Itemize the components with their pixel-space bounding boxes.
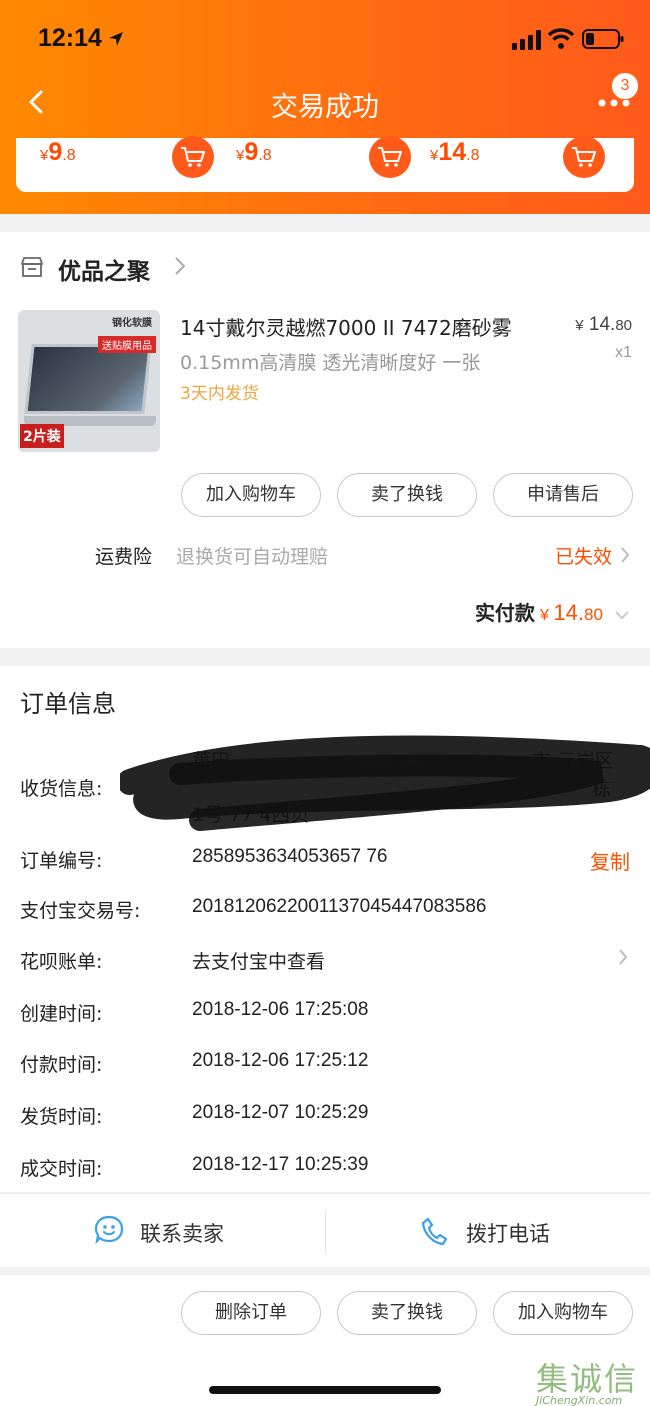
insurance-status: 已失效: [554, 546, 612, 568]
paid-amount: ¥ 14.80: [540, 600, 603, 625]
add-to-cart-button-1[interactable]: [172, 136, 214, 178]
product-quantity: x1: [615, 344, 632, 361]
resell-button[interactable]: 卖了换钱: [337, 1291, 477, 1335]
paid-time-label: 付款时间:: [20, 1054, 103, 1076]
delete-order-button[interactable]: 删除订单: [181, 1291, 321, 1335]
battery-icon: [582, 29, 624, 49]
add-to-cart-button-2[interactable]: [369, 136, 411, 178]
status-time: 12:14: [38, 24, 102, 52]
contact-seller-label: 联系卖家: [140, 1222, 224, 1246]
shipping-insurance-row[interactable]: 运费险 退换货可自动理赔 已失效: [0, 540, 650, 570]
product-spec: 0.15mm高清膜 透光清晰度好 一张: [180, 352, 481, 374]
wifi-icon: [548, 28, 574, 49]
header-background: 12:14 交易成功 3 ¥9.8 ¥9.8 ¥14.8: [0, 0, 650, 214]
product-price: ¥ 14.80: [575, 314, 632, 335]
order-number-label: 订单编号:: [20, 850, 103, 872]
order-number-value: 2858953634053657 76: [192, 846, 388, 867]
completed-time-value: 2018-12-17 10:25:39: [192, 1154, 369, 1175]
cart-icon: [378, 147, 402, 167]
add-to-cart-button[interactable]: 加入购物车: [181, 473, 321, 517]
call-phone-button[interactable]: 拨打电话: [420, 1194, 600, 1268]
cart-icon: [572, 147, 596, 167]
store-icon: [21, 257, 43, 277]
laptop-screen-graphic: [24, 344, 152, 414]
cart-icon: [181, 147, 205, 167]
chat-face-icon: [94, 1215, 124, 1245]
navigation-bar: 交易成功 3: [0, 72, 650, 131]
alipay-trade-label: 支付宝交易号:: [20, 900, 141, 922]
address-label: 收货信息:: [20, 778, 103, 800]
huabei-bill-label: 花呗账单:: [20, 951, 103, 973]
page-title: 交易成功: [271, 92, 379, 123]
chevron-down-icon: [615, 611, 629, 620]
insurance-desc: 退换货可自动理赔: [176, 546, 329, 568]
shop-name: 优品之聚: [58, 259, 150, 285]
rec-price-3[interactable]: ¥14.8: [430, 138, 480, 167]
rec-price-2[interactable]: ¥9.8: [236, 138, 272, 167]
chevron-right-icon: [619, 949, 628, 965]
shipped-time-value: 2018-12-07 10:25:29: [192, 1102, 369, 1123]
huabei-bill-link[interactable]: 去支付宝中查看: [192, 947, 325, 974]
copy-button[interactable]: 复制: [590, 846, 630, 875]
insurance-label: 运费险: [95, 546, 153, 568]
shop-order-card: 优品之聚 钢化软膜 送贴膜用品 2片装 14寸戴尔灵越燃7000 II 7472…: [0, 232, 650, 648]
status-bar: 12:14: [0, 22, 650, 58]
notification-badge: 3: [611, 72, 639, 100]
chevron-right-icon: [175, 257, 186, 275]
cellular-signal-icon: [512, 30, 541, 50]
paid-time-value: 2018-12-06 17:25:12: [192, 1050, 369, 1071]
paid-amount-row[interactable]: 实付款 ¥ 14.80: [475, 597, 630, 627]
order-info-section: 订单信息 收货信息: 莆田 市 元岩区 栋 1号 77 4西贝 订单编号: 28…: [0, 666, 650, 1192]
after-sale-button[interactable]: 申请售后: [493, 473, 633, 517]
shipped-time-label: 发货时间:: [20, 1106, 103, 1128]
alipay-trade-value: 2018120622001137045447083586: [192, 896, 487, 917]
created-time-value: 2018-12-06 17:25:08: [192, 999, 369, 1020]
call-phone-label: 拨打电话: [466, 1222, 550, 1246]
image-tag: 2片装: [20, 424, 64, 448]
add-to-cart-button[interactable]: 加入购物车: [493, 1291, 633, 1335]
phone-icon: [421, 1217, 448, 1246]
image-tag: 钢化软膜: [112, 318, 152, 329]
contact-seller-button[interactable]: 联系卖家: [94, 1194, 294, 1268]
product-title[interactable]: 14寸戴尔灵越燃7000 II 7472磨砂雾: [180, 312, 512, 341]
shipping-note: 3天内发货: [180, 384, 259, 404]
image-tag: 送贴膜用品: [98, 336, 156, 353]
redaction-scribble: [120, 735, 650, 831]
paid-label: 实付款: [474, 601, 535, 625]
watermark-url: JiChengXin.com: [536, 1394, 623, 1406]
location-arrow-icon: [109, 32, 123, 46]
divider: [325, 1210, 326, 1254]
contact-bar: 联系卖家 拨打电话: [0, 1193, 650, 1267]
resell-button[interactable]: 卖了换钱: [337, 473, 477, 517]
chevron-right-icon: [621, 547, 630, 563]
home-indicator[interactable]: [209, 1386, 441, 1394]
watermark-logo: 集诚信 JiChengXin.com: [534, 1354, 646, 1406]
rec-price-1[interactable]: ¥9.8: [40, 138, 76, 167]
order-info-title: 订单信息: [20, 690, 116, 718]
add-to-cart-button-3[interactable]: [563, 136, 605, 178]
completed-time-label: 成交时间:: [20, 1158, 103, 1180]
product-image[interactable]: 钢化软膜 送贴膜用品 2片装: [18, 310, 160, 452]
recommendation-strip: ¥9.8 ¥9.8 ¥14.8: [16, 136, 634, 192]
created-time-label: 创建时间:: [20, 1003, 103, 1025]
